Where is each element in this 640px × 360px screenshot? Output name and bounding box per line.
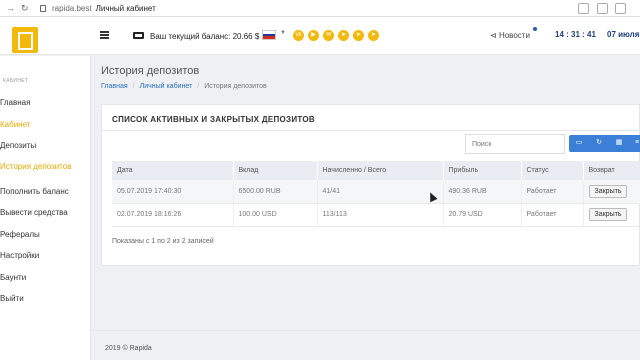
extension-icon[interactable]: [578, 3, 589, 14]
sidebar-item-cabinet[interactable]: Кабинет: [0, 120, 30, 129]
clock: 14 : 31 : 41: [555, 30, 596, 39]
lock-icon: [40, 4, 46, 12]
extension-icon[interactable]: [597, 3, 608, 14]
deposits-card: СПИСОК АКТИВНЫХ И ЗАКРЫТЫХ ДЕПОЗИТОВ ▭ ↻…: [101, 104, 640, 266]
menu-toggle-icon[interactable]: [100, 31, 109, 39]
extension-icon[interactable]: [615, 3, 626, 14]
breadcrumb-separator: /: [197, 83, 200, 90]
cell-date: 02.07.2019 18:16:26: [112, 203, 234, 227]
sidebar-item-settings[interactable]: Настройки: [0, 251, 39, 260]
language-flag-icon[interactable]: [262, 30, 276, 40]
table-row: 05.07.2019 17:40:30 6500.00 RUB 41/41 49…: [112, 180, 640, 204]
cell-status: Работает: [521, 180, 584, 204]
sidebar-heading: КАБИНЕТ: [3, 78, 29, 84]
news-link[interactable]: ⊲ Новости: [490, 27, 537, 40]
notification-dot: [533, 27, 537, 31]
close-deposit-button[interactable]: Закрыть: [588, 208, 628, 221]
browser-toolbar: → ↻ rapida.best Личный кабинет: [0, 0, 640, 17]
tab-title: Личный кабинет: [95, 3, 156, 13]
cell-status: Работает: [521, 203, 584, 227]
sidebar-item-referrals[interactable]: Рефералы: [0, 230, 40, 239]
vk-icon[interactable]: vk: [293, 30, 304, 41]
deposits-table: Дата Вклад Начисленно / Всего Прибыль Ст…: [112, 161, 640, 227]
column-header-date[interactable]: Дата: [112, 161, 234, 180]
search-input[interactable]: [465, 134, 565, 154]
copyright-text: 2019 © Rapida: [105, 345, 152, 352]
cell-profit: 20.79 USD: [443, 203, 522, 227]
footer: 2019 © Rapida: [91, 330, 640, 360]
cell-deposit: 6500.00 RUB: [233, 180, 318, 204]
sidebar-item-bounty[interactable]: Баунти: [0, 273, 26, 282]
mail-icon[interactable]: ✉: [323, 30, 334, 41]
cell-deposit: 100.00 USD: [233, 203, 318, 227]
sidebar: КАБИНЕТ Главная Кабинет Депозиты История…: [0, 56, 91, 360]
sidebar-item-logout[interactable]: Выйти: [0, 294, 24, 303]
page-title: История депозитов: [101, 65, 200, 77]
cell-date: 05.07.2019 17:40:30: [112, 180, 234, 204]
telegram-icon[interactable]: ➤: [353, 30, 364, 41]
cell-profit: 490.36 RUB: [443, 180, 522, 204]
sidebar-item-home[interactable]: Главная: [0, 98, 30, 107]
table-row: 02.07.2019 18:16:26 100.00 USD 113/113 2…: [112, 203, 640, 227]
address-bar[interactable]: rapida.best Личный кабинет: [40, 4, 156, 13]
cell-accrued: 41/41: [317, 180, 444, 204]
cell-accrued: 113/113: [317, 203, 444, 227]
chevron-down-icon[interactable]: ▼: [280, 30, 286, 36]
column-header-profit[interactable]: Прибыль: [443, 161, 522, 180]
cell-action: Закрыть: [583, 203, 640, 227]
megaphone-icon: ⊲: [490, 31, 499, 40]
date: 07 июля: [607, 30, 640, 39]
refresh-icon[interactable]: ↻: [595, 139, 603, 147]
sidebar-item-top-up[interactable]: Пополнить баланс: [0, 187, 69, 196]
youtube-icon[interactable]: ▶: [308, 30, 319, 41]
sidebar-item-deposit-history[interactable]: История депозитов: [0, 162, 71, 171]
telegram-icon[interactable]: ➤: [368, 30, 379, 41]
card-title: СПИСОК АКТИВНЫХ И ЗАКРЫТЫХ ДЕПОЗИТОВ: [112, 115, 315, 124]
list-icon[interactable]: ≡: [633, 139, 640, 147]
breadcrumb-separator: /: [132, 83, 135, 90]
balance-text: Ваш текущий баланс: 20.66 $: [150, 32, 260, 41]
breadcrumb-cabinet[interactable]: Личный кабинет: [140, 83, 193, 90]
logo[interactable]: [12, 27, 38, 53]
reload-icon[interactable]: ↻: [21, 3, 30, 13]
divider: [102, 130, 640, 131]
table-toolbar: ▭ ↻ ▦ ≡: [569, 135, 640, 152]
toggle-icon[interactable]: ▭: [575, 139, 583, 147]
column-header-deposit[interactable]: Вклад: [233, 161, 318, 180]
sidebar-item-withdraw[interactable]: Вывести средства: [0, 208, 68, 217]
close-deposit-button[interactable]: Закрыть: [588, 184, 628, 198]
column-header-status[interactable]: Статус: [521, 161, 584, 180]
forward-icon[interactable]: →: [6, 3, 15, 13]
sidebar-item-deposits[interactable]: Депозиты: [0, 141, 36, 150]
breadcrumb-home[interactable]: Главная: [101, 83, 128, 90]
breadcrumb-current: История депозитов: [204, 83, 267, 90]
column-header-return[interactable]: Возврат: [583, 161, 640, 180]
breadcrumb: Главная / Личный кабинет / История депозитов: [101, 83, 267, 90]
pagination-info: Показаны с 1 по 2 из 2 записей: [112, 238, 214, 245]
wallet-icon: [133, 32, 144, 39]
url-host: rapida.best: [52, 3, 92, 13]
cell-action: Закрыть: [583, 180, 640, 204]
column-header-accrued[interactable]: Начисленно / Всего: [317, 161, 444, 180]
columns-icon[interactable]: ▦: [615, 139, 623, 147]
site-header: Ваш текущий баланс: 20.66 $ ▼ vk ▶ ✉ ➤ ➤…: [0, 17, 640, 55]
telegram-icon[interactable]: ➤: [338, 30, 349, 41]
table-header-row: Дата Вклад Начисленно / Всего Прибыль Ст…: [112, 161, 640, 180]
